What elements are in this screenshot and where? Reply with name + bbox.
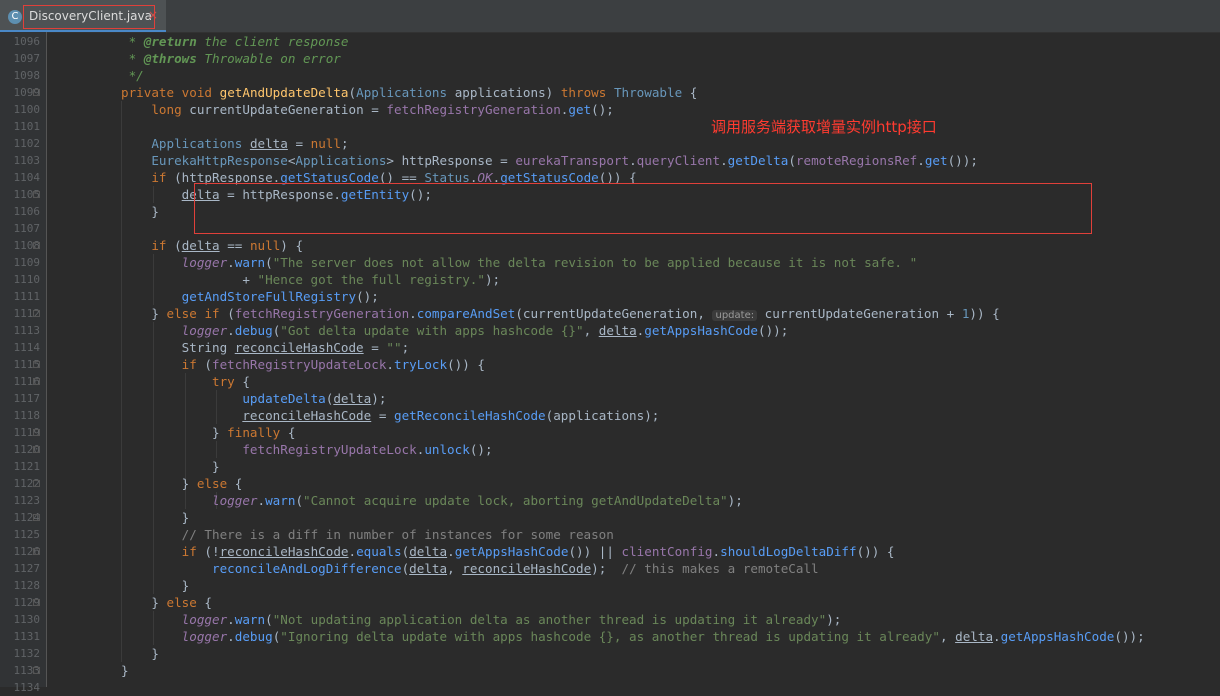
code-line: private void getAndUpdateDelta(Applicati… [121, 85, 698, 100]
code-line: } [121, 459, 220, 474]
code-line: } else { [121, 595, 213, 610]
code-line: logger.debug("Ignoring delta update with… [181, 629, 1145, 644]
line-number: 1128 [13, 579, 41, 592]
close-icon[interactable]: × [148, 8, 158, 22]
code-line: Applications delta = null; [151, 136, 349, 151]
line-number: 1100 [13, 103, 41, 116]
line-number: 1102 [13, 137, 41, 150]
fold-marker-icon[interactable] [33, 548, 40, 555]
code-line: try { [212, 374, 250, 389]
line-number: 1127 [13, 562, 41, 575]
code-line: long currentUpdateGeneration = fetchRegi… [151, 102, 614, 117]
code-line: + "Hence got the full registry."); [121, 272, 501, 287]
line-number: 1131 [13, 630, 41, 643]
fold-marker-icon[interactable] [33, 446, 40, 453]
fold-marker-icon[interactable] [33, 599, 40, 606]
code-line: if (!reconcileHashCode.equals(delta.getA… [181, 544, 895, 559]
line-number: 1107 [13, 222, 41, 235]
code-line: } finally { [121, 425, 296, 440]
line-number: 1125 [13, 528, 41, 541]
code-line: * @throws Throwable on error [121, 51, 341, 66]
line-number: 1114 [13, 341, 41, 354]
fold-marker-icon[interactable] [33, 378, 40, 385]
editor-tab-bar: C DiscoveryClient.java × [0, 0, 1220, 33]
code-line: EurekaHttpResponse<Applications> httpRes… [151, 153, 978, 168]
tab-discoveryclient-java[interactable]: C DiscoveryClient.java × [0, 0, 166, 32]
fold-marker-icon[interactable] [33, 667, 40, 674]
fold-marker-icon[interactable] [33, 89, 40, 96]
line-number-gutter: 1096 1097 1098 1099 1100 1101 1102 1103 1104 1105… [0, 32, 47, 694]
code-line: * @return the client response [121, 34, 349, 49]
class-icon: C [8, 10, 22, 24]
code-line: logger.warn("Not updating application de… [181, 612, 842, 627]
code-line: reconcileAndLogDifference(delta, reconci… [212, 561, 819, 576]
code-line: logger.debug("Got delta update with apps… [181, 323, 789, 338]
line-number: 1111 [13, 290, 41, 303]
code-line: } else { [121, 476, 243, 491]
code-line: logger.warn("The server does not allow t… [181, 255, 918, 270]
code-line: } [121, 204, 159, 219]
line-number: 1110 [13, 273, 41, 286]
code-line: if (httpResponse.getStatusCode() == Stat… [151, 170, 637, 185]
code-line: if (delta == null) { [151, 238, 304, 253]
code-line: } [121, 646, 159, 661]
fold-marker-icon[interactable] [33, 361, 40, 368]
line-number: 1109 [13, 256, 41, 269]
line-number: 1130 [13, 613, 41, 626]
fold-marker-icon[interactable] [33, 242, 40, 249]
code-line: // There is a diff in number of instance… [181, 527, 614, 542]
code-line: delta = httpResponse.getEntity(); [181, 187, 432, 202]
code-editor[interactable]: * @return the client response * @throws … [47, 32, 1220, 687]
code-line: updateDelta(delta); [242, 391, 387, 406]
line-number: 1096 [13, 35, 41, 48]
line-number: 1106 [13, 205, 41, 218]
code-line: String reconcileHashCode = ""; [121, 340, 410, 355]
fold-marker-icon[interactable] [33, 514, 40, 521]
code-line: if (fetchRegistryUpdateLock.tryLock()) { [181, 357, 485, 372]
fold-marker-icon[interactable] [33, 480, 40, 487]
fold-marker-icon[interactable] [33, 310, 40, 317]
code-line: logger.warn("Cannot acquire update lock,… [212, 493, 743, 508]
code-line: } [121, 578, 190, 593]
code-line: fetchRegistryUpdateLock.unlock(); [242, 442, 493, 457]
line-number: 1103 [13, 154, 41, 167]
code-line: reconcileHashCode = getReconcileHashCode… [242, 408, 660, 423]
code-line: } else if (fetchRegistryGeneration.compa… [121, 306, 1000, 321]
line-number: 1123 [13, 494, 41, 507]
fold-marker-icon[interactable] [33, 429, 40, 436]
code-line: } [121, 510, 190, 525]
line-number: 1098 [13, 69, 41, 82]
line-number: 1104 [13, 171, 41, 184]
line-number: 1132 [13, 647, 41, 660]
line-number: 1134 [13, 681, 41, 694]
line-number: 1113 [13, 324, 41, 337]
fold-marker-icon[interactable] [33, 191, 40, 198]
line-number: 1097 [13, 52, 41, 65]
code-line: } [121, 663, 129, 678]
tab-label: DiscoveryClient.java [29, 9, 152, 23]
code-line: */ [121, 68, 144, 83]
line-number: 1117 [13, 392, 41, 405]
code-line: getAndStoreFullRegistry(); [181, 289, 379, 304]
annotation-label: 调用服务端获取增量实例http接口 [711, 118, 937, 136]
line-number: 1118 [13, 409, 41, 422]
line-number: 1101 [13, 120, 41, 133]
line-number: 1121 [13, 460, 41, 473]
